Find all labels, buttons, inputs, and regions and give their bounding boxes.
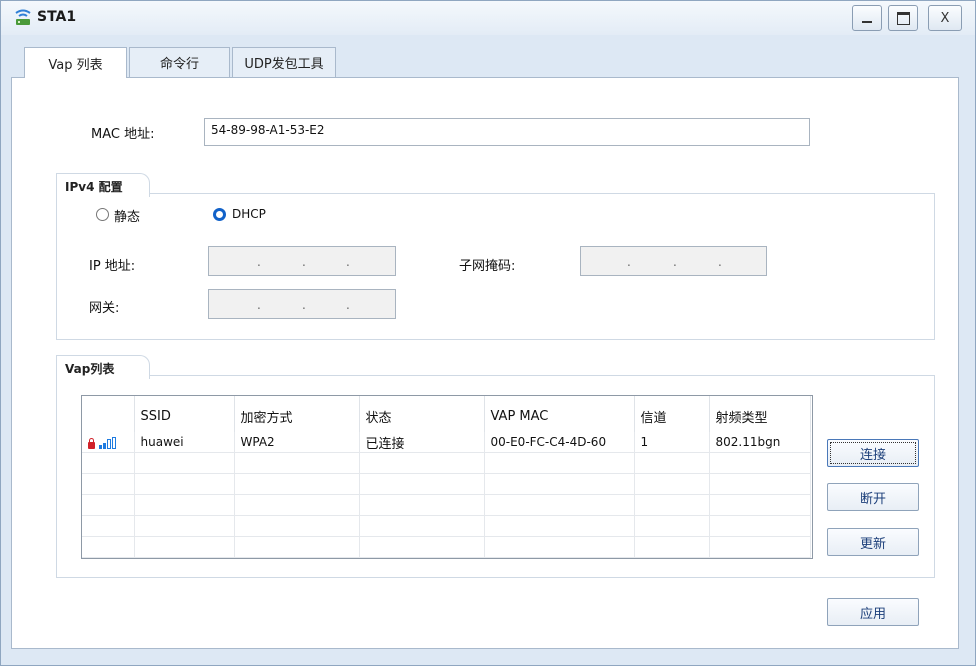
signal-bar-icon <box>99 444 102 449</box>
maximize-button[interactable] <box>888 5 918 31</box>
mask-dot: . <box>673 255 677 269</box>
table-row[interactable] <box>82 494 811 516</box>
close-icon: X <box>940 10 950 26</box>
mac-label: MAC 地址: <box>91 127 155 142</box>
dhcp-radio-label: DHCP <box>232 207 266 221</box>
mask-dot: . <box>718 255 722 269</box>
table-row[interactable] <box>82 515 811 537</box>
gateway-field[interactable]: . . . <box>208 289 396 319</box>
gateway-dot: . <box>346 298 350 312</box>
ipv4-group-title: IPv4 配置 <box>56 173 150 197</box>
vap-mac-cell: 00-E0-FC-C4-4D-60 <box>484 432 635 453</box>
minimize-icon <box>862 21 872 23</box>
tab-vap-list[interactable]: Vap 列表 <box>24 47 127 78</box>
table-row[interactable] <box>82 536 811 558</box>
disconnect-button[interactable]: 断开 <box>827 483 919 511</box>
column-header-radio-type[interactable]: 射频类型 <box>709 396 811 432</box>
radio-type-cell: 802.11bgn <box>709 432 811 453</box>
subnet-mask-label: 子网掩码: <box>459 259 516 274</box>
vap-table-header: SSID 加密方式 状态 VAP MAC 信道 射频类型 <box>82 396 811 432</box>
mac-field[interactable]: 54-89-98-A1-53-E2 <box>204 118 810 146</box>
tab-command-line[interactable]: 命令行 <box>129 47 230 77</box>
column-header-vap-mac[interactable]: VAP MAC <box>484 396 635 432</box>
signal-cell <box>82 432 135 453</box>
ip-label: IP 地址: <box>89 259 136 274</box>
column-header-encryption[interactable]: 加密方式 <box>234 396 360 432</box>
channel-cell: 1 <box>634 432 710 453</box>
window-title: STA1 <box>37 9 77 25</box>
static-radio-label: 静态 <box>114 210 141 225</box>
table-row[interactable] <box>82 473 811 495</box>
status-cell: 已连接 <box>359 432 485 453</box>
ssid-cell: huawei <box>134 432 235 453</box>
column-header-ssid[interactable]: SSID <box>134 396 235 432</box>
apply-button[interactable]: 应用 <box>827 598 919 626</box>
lock-icon <box>88 437 95 449</box>
minimize-button[interactable] <box>852 5 882 31</box>
signal-bar-icon <box>103 442 106 449</box>
column-header-status[interactable]: 状态 <box>359 396 485 432</box>
ip-dot: . <box>257 255 261 269</box>
sta-app-icon <box>15 9 31 25</box>
vap-group-title: Vap列表 <box>56 355 150 379</box>
ip-address-field[interactable]: . . . <box>208 246 396 276</box>
maximize-icon <box>896 11 910 25</box>
signal-bar-icon <box>107 438 111 449</box>
static-radio[interactable] <box>96 208 109 221</box>
table-row[interactable]: huawei WPA2 已连接 00-E0-FC-C4-4D-60 1 802.… <box>82 432 811 453</box>
ip-dot: . <box>302 255 306 269</box>
column-header-channel[interactable]: 信道 <box>634 396 710 432</box>
gateway-dot: . <box>302 298 306 312</box>
vap-list-table[interactable]: SSID 加密方式 状态 VAP MAC 信道 射频类型 huawei WPA2… <box>81 395 813 559</box>
connect-button[interactable]: 连接 <box>827 439 919 467</box>
gateway-label: 网关: <box>89 301 120 316</box>
mask-dot: . <box>627 255 631 269</box>
signal-bar-icon <box>112 436 116 449</box>
table-row[interactable] <box>82 452 811 474</box>
title-bar: STA1 X <box>1 1 975 35</box>
dhcp-radio[interactable] <box>213 208 226 221</box>
encryption-cell: WPA2 <box>234 432 360 453</box>
ip-dot: . <box>346 255 350 269</box>
sta1-window: STA1 X Vap 列表 命令行 UDP发包工具 MAC 地址: 54-89-… <box>0 0 976 666</box>
column-header[interactable] <box>82 396 135 432</box>
tab-udp-tool[interactable]: UDP发包工具 <box>232 47 336 77</box>
refresh-button[interactable]: 更新 <box>827 528 919 556</box>
gateway-dot: . <box>257 298 261 312</box>
subnet-mask-field[interactable]: . . . <box>580 246 767 276</box>
close-button[interactable]: X <box>928 5 962 31</box>
